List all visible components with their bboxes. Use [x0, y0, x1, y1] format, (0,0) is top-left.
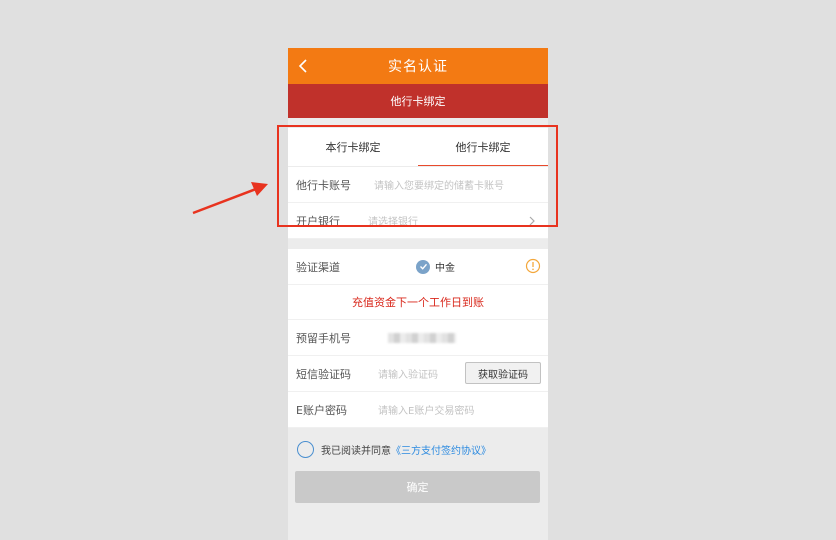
e-account-password-label: E账户密码	[296, 403, 347, 417]
verify-channel-row: 验证渠道 中金	[288, 249, 548, 285]
reserved-phone-row: 预留手机号	[288, 320, 548, 356]
red-arrow-icon	[192, 182, 268, 215]
sms-code-input[interactable]: 请输入验证码	[378, 366, 438, 381]
page-subtitle: 他行卡绑定	[288, 84, 548, 118]
agreement-radio[interactable]	[297, 440, 314, 458]
agreement-text: 我已阅读并同意	[321, 445, 391, 457]
get-code-button[interactable]: 获取验证码	[465, 362, 541, 384]
verification-section: 验证渠道 中金 充值资金下一个工作日到账 预留手机号 短信验证码 请输入验证码 …	[288, 249, 548, 428]
top-bar: 实名认证	[288, 48, 548, 84]
e-account-password-field[interactable]: E账户密码 请输入E账户交易密码	[288, 392, 548, 428]
sms-code-field[interactable]: 短信验证码 请输入验证码 获取验证码	[288, 356, 548, 392]
warning-icon[interactable]	[525, 258, 541, 274]
page-title: 实名认证	[388, 59, 448, 75]
verify-channel-option[interactable]: 中金	[416, 259, 455, 274]
phone-screen: 实名认证 他行卡绑定 本行卡绑定 他行卡绑定 他行卡账号 请输入您要绑定的储蓄卡…	[288, 48, 548, 540]
masked-phone-number	[388, 332, 456, 343]
highlight-box	[277, 125, 558, 227]
chevron-left-icon[interactable]	[294, 54, 314, 78]
reserved-phone-label: 预留手机号	[296, 331, 351, 345]
verify-channel-value: 中金	[435, 263, 455, 274]
agreement-row: 我已阅读并同意 《三方支付签约协议》	[288, 428, 548, 470]
check-circle-icon	[416, 259, 430, 274]
arrival-notice: 充值资金下一个工作日到账	[288, 285, 548, 320]
confirm-button[interactable]: 确定	[295, 471, 540, 503]
sms-code-label: 短信验证码	[296, 367, 351, 381]
e-account-password-input[interactable]: 请输入E账户交易密码	[378, 402, 474, 417]
section-divider	[288, 239, 548, 249]
verify-channel-label: 验证渠道	[296, 260, 340, 274]
agreement-link[interactable]: 《三方支付签约协议》	[391, 442, 491, 457]
